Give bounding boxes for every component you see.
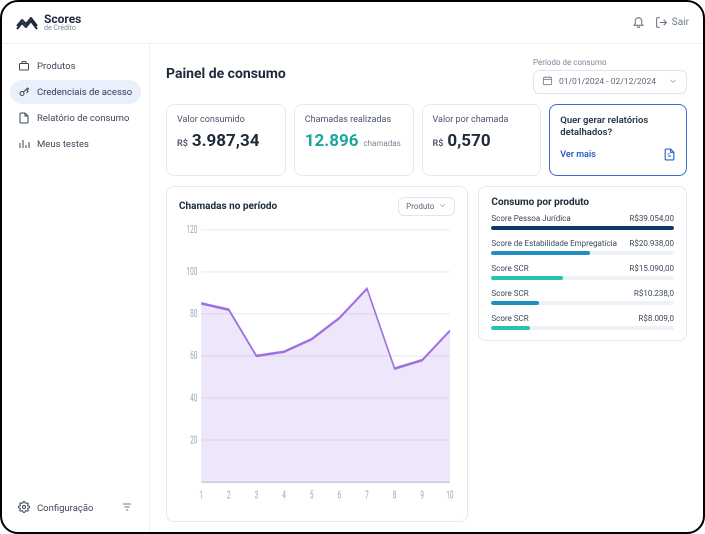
chart-area: 20 40 60 80 100 120 1 2 3 4 5 6 7 8 9 10: [179, 220, 455, 511]
chevron-down-icon: [438, 201, 447, 212]
svg-text:5: 5: [310, 488, 314, 502]
consumo-bar: [491, 301, 674, 305]
consumo-item-name: Score Pessoa Jurídica: [491, 214, 570, 223]
sidebar-item-label: Produtos: [37, 61, 75, 72]
cta-card: Quer gerar relatórios detalhados? Ver ma…: [549, 104, 687, 176]
svg-text:60: 60: [190, 349, 197, 363]
consumo-item: Score SCR R$10.238,0: [491, 289, 674, 305]
svg-text:100: 100: [187, 265, 198, 279]
period-value: 01/01/2024 - 02/12/2024: [559, 77, 656, 87]
consumo-bar: [491, 276, 674, 280]
gear-icon: [18, 501, 30, 516]
sidebar-item-produtos[interactable]: Produtos: [10, 54, 141, 78]
metric-title: Chamadas realizadas: [305, 115, 403, 125]
svg-text:4: 4: [282, 488, 286, 502]
settings-label: Configuração: [37, 503, 93, 514]
period-select[interactable]: 01/01/2024 - 02/12/2024: [533, 70, 687, 94]
consumo-item-name: Score SCR: [491, 314, 528, 323]
consumo-title: Consumo por produto: [491, 197, 674, 208]
consumo-item-value: R$10.238,0: [634, 289, 674, 298]
cta-title: Quer gerar relatórios detalhados?: [560, 115, 676, 140]
svg-text:2: 2: [227, 488, 231, 502]
document-icon: [663, 146, 676, 165]
metric-title: Valor consumido: [177, 115, 275, 125]
metric-title: Valor por chamada: [433, 115, 531, 125]
consumo-bar: [491, 226, 674, 230]
svg-text:120: 120: [187, 223, 198, 237]
consumo-bar: [491, 326, 674, 330]
sidebar-item-config[interactable]: Configuração: [18, 501, 93, 516]
svg-text:40: 40: [190, 391, 197, 405]
app-window: Scores de Crédito Sair Produtos: [0, 0, 705, 534]
bell-icon[interactable]: [632, 15, 645, 31]
consumo-item-name: Score SCR: [491, 264, 528, 273]
topbar: Scores de Crédito Sair: [2, 2, 703, 44]
currency-prefix: R$: [177, 139, 188, 149]
metric-suffix: chamadas: [363, 139, 400, 148]
select-label: Produto: [406, 202, 434, 211]
consumo-item-value: R$20.938,00: [629, 239, 674, 248]
svg-text:20: 20: [190, 433, 197, 447]
currency-prefix: R$: [433, 139, 444, 149]
logo-icon: [16, 16, 38, 30]
consumo-item-name: Score SCR: [491, 289, 528, 298]
metric-value: 0,570: [447, 131, 490, 151]
consumo-item-name: Score de Estabilidade Empregatícia: [491, 239, 617, 248]
chart-panel: Chamadas no período Produto 20 40 60 80 100 1…: [166, 186, 468, 522]
metric-value: 12.896: [305, 131, 359, 151]
bars-icon: [18, 138, 30, 150]
svg-text:9: 9: [420, 488, 424, 502]
svg-text:8: 8: [393, 488, 397, 502]
svg-text:1: 1: [199, 488, 203, 502]
main-content: Painel de consumo Período de consumo 01/…: [150, 44, 703, 532]
chevron-down-icon: [668, 76, 678, 89]
logo: Scores de Crédito: [16, 13, 81, 32]
sidebar-item-label: Meus testes: [37, 139, 89, 150]
consumo-item: Score SCR R$15.090,00: [491, 264, 674, 280]
metric-chamadas-realizadas: Chamadas realizadas 12.896 chamadas: [294, 104, 414, 176]
metric-value: 3.987,34: [192, 131, 260, 151]
period-filter: Período de consumo 01/01/2024 - 02/12/20…: [533, 58, 687, 94]
svg-text:80: 80: [190, 307, 197, 321]
consumo-item: Score Pessoa Jurídica R$39.054,00: [491, 214, 674, 230]
consumo-bar: [491, 251, 674, 255]
document-icon: [18, 112, 30, 124]
chart-product-select[interactable]: Produto: [398, 197, 455, 216]
sidebar-item-label: Credenciais de acesso: [37, 87, 132, 98]
consumo-panel: Consumo por produto Score Pessoa Jurídic…: [478, 186, 687, 341]
consumo-item: Score SCR R$8.009,0: [491, 314, 674, 330]
chart-title: Chamadas no período: [179, 201, 277, 212]
consumo-item: Score de Estabilidade Empregatícia R$20.…: [491, 239, 674, 255]
svg-text:7: 7: [365, 488, 369, 502]
sidebar-item-relatorio[interactable]: Relatório de consumo: [10, 106, 141, 130]
consumo-item-value: R$39.054,00: [629, 214, 674, 223]
metric-valor-por-chamada: Valor por chamada R$ 0,570: [422, 104, 542, 176]
consumo-item-value: R$8.009,0: [638, 314, 674, 323]
page-title: Painel de consumo: [166, 66, 286, 82]
svg-text:6: 6: [338, 488, 342, 502]
logout-label: Sair: [672, 17, 689, 28]
sidebar-item-credenciais[interactable]: Credenciais de acesso: [10, 80, 141, 104]
sidebar-item-label: Relatório de consumo: [37, 113, 129, 124]
key-icon: [18, 86, 30, 98]
logout-button[interactable]: Sair: [655, 16, 689, 29]
brand-subtitle: de Crédito: [44, 25, 81, 32]
briefcase-icon: [18, 60, 30, 72]
svg-text:3: 3: [255, 488, 259, 502]
metric-valor-consumido: Valor consumido R$ 3.987,34: [166, 104, 286, 176]
sidebar: Produtos Credenciais de acesso Relatório…: [2, 44, 150, 532]
filter-icon[interactable]: [121, 501, 133, 516]
svg-text:10: 10: [446, 488, 453, 502]
calendar-icon: [542, 75, 553, 89]
period-label: Período de consumo: [533, 58, 607, 67]
sidebar-item-meus-testes[interactable]: Meus testes: [10, 132, 141, 156]
consumo-item-value: R$15.090,00: [629, 264, 674, 273]
cta-link[interactable]: Ver mais: [560, 150, 596, 160]
